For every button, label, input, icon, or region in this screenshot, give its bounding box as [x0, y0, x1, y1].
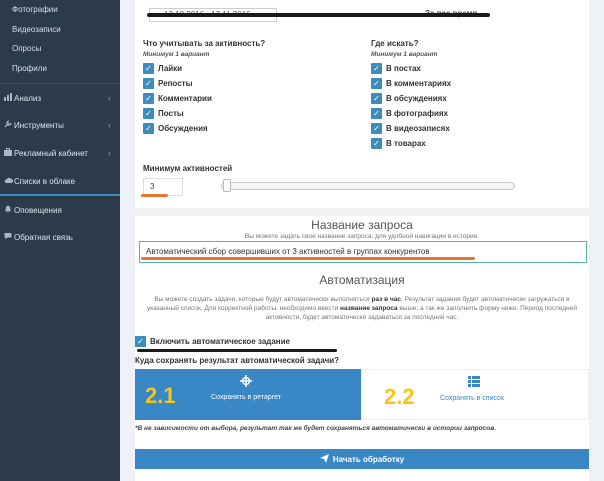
- where-subtitle: Минимум 1 вариант: [371, 51, 438, 58]
- sidebar-item-feedback[interactable]: Обратная связь: [0, 223, 120, 251]
- activity-option-discussions[interactable]: ✓ Обсуждения: [143, 123, 208, 134]
- option-label: Сохранять в ретаргет: [211, 394, 282, 401]
- main-content: 12.10.2016 - 17.11.2016 За все время Что…: [120, 0, 604, 481]
- sidebar-item-analysis[interactable]: Анализ ‹: [0, 84, 120, 112]
- annotation-underline: [141, 194, 168, 197]
- sidebar-submenu: Фотографии Видеозаписи Опросы Профили: [0, 0, 120, 78]
- sidebar-subitem-videos[interactable]: Видеозаписи: [12, 20, 120, 40]
- automation-note: Вы можете создать задачи, которые будут …: [145, 295, 579, 322]
- checkbox-checked-icon: ✓: [143, 108, 154, 119]
- activity-title: Что учитывать за активность?: [143, 39, 266, 48]
- save-to-retarget-option[interactable]: 2.1 Сохранять в ретаргет: [135, 369, 361, 420]
- sidebar-item-label: Рекламный кабинет: [14, 148, 88, 158]
- option-label: Посты: [158, 109, 184, 118]
- option-label: Комментарии: [158, 94, 212, 103]
- note-text: Вы можете создать задачи, которые будут …: [154, 296, 370, 303]
- checkbox-checked-icon: ✓: [371, 93, 382, 104]
- min-activity-slider-handle[interactable]: [223, 179, 231, 192]
- checkbox-checked-icon: ✓: [143, 93, 154, 104]
- activity-option-posts[interactable]: ✓ Посты: [143, 108, 184, 119]
- note-bold: название запроса: [340, 305, 398, 312]
- save-destination-question: Куда сохранять результат автоматической …: [135, 356, 340, 365]
- option-label: Репосты: [158, 79, 193, 88]
- option-label: В видеозаписях: [386, 124, 450, 133]
- sidebar-item-tools[interactable]: Инструменты ‹: [0, 111, 120, 139]
- save-footnote: *В не зависимости от выбора, результат т…: [135, 425, 496, 432]
- sidebar-subitem-profiles[interactable]: Профили: [12, 59, 120, 79]
- query-name-note: Вы можете задать свое название запроса, …: [244, 233, 480, 240]
- start-button-label: Начать обработку: [332, 454, 405, 464]
- query-name-title: Название запроса: [311, 218, 413, 232]
- where-option-goods[interactable]: ✓ В товарах: [371, 138, 426, 149]
- option-label: Лайки: [158, 64, 183, 73]
- start-processing-button[interactable]: Начать обработку: [135, 449, 589, 469]
- checkbox-checked-icon: ✓: [371, 78, 382, 89]
- chevron-left-icon: ‹: [108, 93, 111, 103]
- annotation-underline: [141, 257, 475, 260]
- chevron-left-icon: ‹: [108, 148, 111, 158]
- sidebar-item-label: Анализ: [14, 93, 42, 103]
- note-bold: раз в час: [371, 296, 401, 303]
- sidebar: Фотографии Видеозаписи Опросы Профили Ан…: [0, 0, 120, 481]
- checkbox-checked-icon: ✓: [135, 336, 146, 347]
- sidebar-item-label: Обратная связь: [14, 232, 73, 242]
- option-label: В обсуждениях: [386, 94, 447, 103]
- checkbox-checked-icon: ✓: [371, 123, 382, 134]
- list-icon: [468, 376, 480, 390]
- sidebar-item-label: Инструменты: [14, 120, 64, 130]
- checkbox-checked-icon: ✓: [371, 63, 382, 74]
- activity-subtitle: Минимум 1 вариант: [143, 51, 210, 58]
- min-activity-label: Минимум активностей: [143, 164, 233, 173]
- automation-title: Автоматизация: [319, 273, 405, 287]
- cloud-icon: [4, 177, 14, 186]
- activity-option-likes[interactable]: ✓ Лайки: [143, 63, 182, 74]
- chat-icon: [4, 232, 14, 242]
- where-option-videos[interactable]: ✓ В видеозаписях: [371, 123, 450, 134]
- option-label: В комментариях: [386, 79, 452, 88]
- activity-option-comments[interactable]: ✓ Комментарии: [143, 93, 212, 104]
- checkbox-checked-icon: ✓: [143, 63, 154, 74]
- sidebar-item-label: Списки в облаке: [14, 176, 76, 186]
- bell-icon: [4, 205, 14, 215]
- where-option-comments[interactable]: ✓ В комментариях: [371, 78, 451, 89]
- option-number: 2.1: [145, 383, 176, 408]
- search-form-card: 12.10.2016 - 17.11.2016 За все время Что…: [135, 0, 589, 481]
- sidebar-item-label: Оповещения: [14, 205, 62, 215]
- option-label: Обсуждения: [158, 124, 208, 133]
- sidebar-subitem-polls[interactable]: Опросы: [12, 39, 120, 59]
- checkbox-checked-icon: ✓: [371, 138, 382, 149]
- activity-option-reposts[interactable]: ✓ Репосты: [143, 78, 192, 89]
- annotation-underline: [137, 349, 337, 352]
- crosshair-icon: [240, 375, 252, 390]
- sidebar-item-ad-cabinet[interactable]: Рекламный кабинет ‹: [0, 139, 120, 167]
- sidebar-subitem-photos[interactable]: Фотографии: [12, 0, 120, 20]
- send-icon: [319, 453, 329, 465]
- enable-automation-checkbox[interactable]: ✓ Включить автоматическое задание: [135, 336, 290, 347]
- chart-icon: [4, 93, 14, 103]
- option-label: В товарах: [386, 139, 426, 148]
- enable-automation-label: Включить автоматическое задание: [150, 337, 291, 346]
- chevron-left-icon: ‹: [108, 120, 111, 130]
- option-label: Сохранять в список: [440, 395, 505, 402]
- option-label: В постах: [386, 64, 421, 73]
- sidebar-item-notifications[interactable]: Оповещения: [0, 196, 120, 224]
- checkbox-checked-icon: ✓: [371, 108, 382, 119]
- save-to-list-option[interactable]: 2.2 Сохранять в список: [361, 369, 589, 420]
- sidebar-item-cloud-lists[interactable]: Списки в облаке: [0, 167, 120, 195]
- wrench-icon: [4, 120, 14, 130]
- section-divider: [135, 208, 589, 216]
- where-title: Где искать?: [371, 39, 419, 48]
- checkbox-checked-icon: ✓: [143, 123, 154, 134]
- briefcase-icon: [4, 148, 14, 158]
- option-number: 2.2: [384, 384, 415, 409]
- checkbox-checked-icon: ✓: [143, 78, 154, 89]
- min-activity-slider-track[interactable]: [221, 182, 515, 190]
- where-option-posts[interactable]: ✓ В постах: [371, 63, 421, 74]
- where-option-discussions[interactable]: ✓ В обсуждениях: [371, 93, 447, 104]
- option-label: В фотографиях: [386, 109, 448, 118]
- where-option-photos[interactable]: ✓ В фотографиях: [371, 108, 448, 119]
- annotation-underline: [147, 13, 490, 17]
